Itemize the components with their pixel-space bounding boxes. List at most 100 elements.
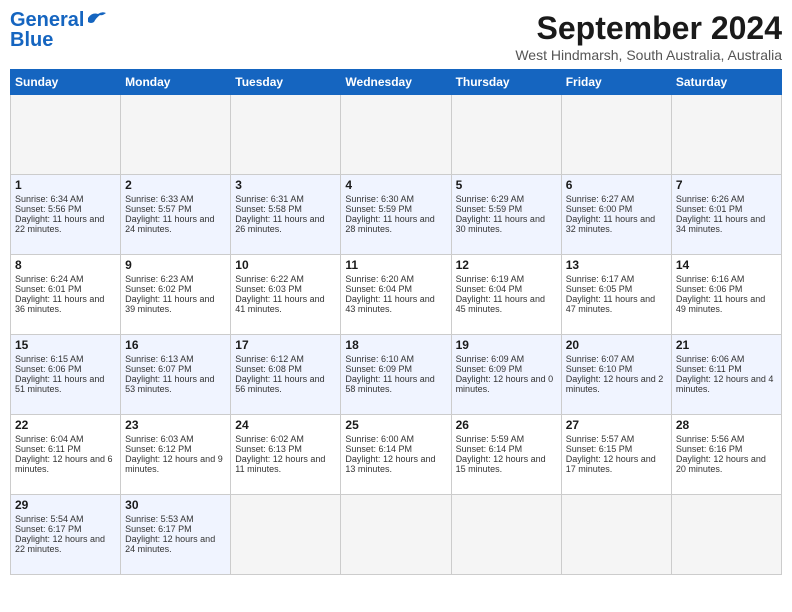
sunrise-text: Sunrise: 6:22 AM: [235, 274, 336, 284]
calendar-cell: 30Sunrise: 5:53 AMSunset: 6:17 PMDayligh…: [121, 495, 231, 575]
calendar-cell: [231, 95, 341, 175]
sunrise-text: Sunrise: 6:26 AM: [676, 194, 777, 204]
day-number: 21: [676, 338, 777, 352]
sunset-text: Sunset: 6:09 PM: [456, 364, 557, 374]
calendar-cell: 8Sunrise: 6:24 AMSunset: 6:01 PMDaylight…: [11, 255, 121, 335]
calendar-cell: 19Sunrise: 6:09 AMSunset: 6:09 PMDayligh…: [451, 335, 561, 415]
daylight-text: Daylight: 11 hours and 53 minutes.: [125, 374, 226, 394]
day-number: 9: [125, 258, 226, 272]
logo-text: General Blue: [10, 10, 84, 50]
sunset-text: Sunset: 6:05 PM: [566, 284, 667, 294]
sunrise-text: Sunrise: 6:27 AM: [566, 194, 667, 204]
calendar-cell: [231, 495, 341, 575]
sunrise-text: Sunrise: 6:07 AM: [566, 354, 667, 364]
header-friday: Friday: [561, 70, 671, 95]
calendar-header-row: SundayMondayTuesdayWednesdayThursdayFrid…: [11, 70, 782, 95]
calendar-cell: [121, 95, 231, 175]
daylight-text: Daylight: 12 hours and 13 minutes.: [345, 454, 446, 474]
sunset-text: Sunset: 6:15 PM: [566, 444, 667, 454]
sunrise-text: Sunrise: 5:59 AM: [456, 434, 557, 444]
calendar-week-row: 15Sunrise: 6:15 AMSunset: 6:06 PMDayligh…: [11, 335, 782, 415]
sunrise-text: Sunrise: 6:12 AM: [235, 354, 336, 364]
calendar-cell: 5Sunrise: 6:29 AMSunset: 5:59 PMDaylight…: [451, 175, 561, 255]
sunset-text: Sunset: 6:06 PM: [15, 364, 116, 374]
calendar-cell: 1Sunrise: 6:34 AMSunset: 5:56 PMDaylight…: [11, 175, 121, 255]
sunrise-text: Sunrise: 6:17 AM: [566, 274, 667, 284]
calendar-cell: 18Sunrise: 6:10 AMSunset: 6:09 PMDayligh…: [341, 335, 451, 415]
sunrise-text: Sunrise: 6:09 AM: [456, 354, 557, 364]
calendar-cell: 20Sunrise: 6:07 AMSunset: 6:10 PMDayligh…: [561, 335, 671, 415]
sunrise-text: Sunrise: 5:54 AM: [15, 514, 116, 524]
sunset-text: Sunset: 6:11 PM: [676, 364, 777, 374]
calendar-week-row: 1 Sunrise: 6:34 AMSunset: 5:56 PM Daylight…: [11, 175, 782, 255]
logo-blue: Blue: [10, 29, 53, 51]
sunrise-text: Sunrise: 6:34 AM: [15, 194, 116, 204]
sunset-text: Sunset: 5:58 PM: [235, 204, 336, 214]
sunrise-text: Sunrise: 6:29 AM: [456, 194, 557, 204]
calendar-cell: 2Sunrise: 6:33 AMSunset: 5:57 PMDaylight…: [121, 175, 231, 255]
day-number: 20: [566, 338, 667, 352]
calendar-week-row: 8Sunrise: 6:24 AMSunset: 6:01 PMDaylight…: [11, 255, 782, 335]
daylight-text: Daylight: 12 hours and 6 minutes.: [15, 454, 116, 474]
sunset-text: Sunset: 6:17 PM: [125, 524, 226, 534]
day-number: 29: [15, 498, 116, 512]
sunset-text: Sunset: 6:16 PM: [676, 444, 777, 454]
calendar-cell: 14Sunrise: 6:16 AMSunset: 6:06 PMDayligh…: [671, 255, 781, 335]
sunset-text: Sunset: 5:56 PM: [15, 204, 116, 214]
day-number: 25: [345, 418, 446, 432]
sunset-text: Sunset: 5:57 PM: [125, 204, 226, 214]
calendar-cell: 28Sunrise: 5:56 AMSunset: 6:16 PMDayligh…: [671, 415, 781, 495]
sunrise-text: Sunrise: 6:23 AM: [125, 274, 226, 284]
sunrise-text: Sunrise: 5:57 AM: [566, 434, 667, 444]
sunrise-text: Sunrise: 6:10 AM: [345, 354, 446, 364]
day-number: 19: [456, 338, 557, 352]
calendar-cell: 11Sunrise: 6:20 AMSunset: 6:04 PMDayligh…: [341, 255, 451, 335]
calendar-cell: [11, 95, 121, 175]
day-number: 14: [676, 258, 777, 272]
day-number: 1: [15, 178, 116, 192]
daylight-text: Daylight: 11 hours and 24 minutes.: [125, 214, 226, 234]
header-wednesday: Wednesday: [341, 70, 451, 95]
daylight-text: Daylight: 12 hours and 2 minutes.: [566, 374, 667, 394]
sunrise-text: Sunrise: 6:13 AM: [125, 354, 226, 364]
day-number: 10: [235, 258, 336, 272]
daylight-text: Daylight: 12 hours and 15 minutes.: [456, 454, 557, 474]
title-area: September 2024 West Hindmarsh, South Aus…: [515, 10, 782, 63]
daylight-text: Daylight: 11 hours and 56 minutes.: [235, 374, 336, 394]
day-number: 12: [456, 258, 557, 272]
sunrise-text: Sunrise: 6:04 AM: [15, 434, 116, 444]
calendar-cell: 4Sunrise: 6:30 AMSunset: 5:59 PMDaylight…: [341, 175, 451, 255]
header-monday: Monday: [121, 70, 231, 95]
sunset-text: Sunset: 5:59 PM: [345, 204, 446, 214]
logo-general: General: [10, 9, 84, 31]
daylight-text: Daylight: 12 hours and 9 minutes.: [125, 454, 226, 474]
logo-bird-icon: [86, 10, 108, 28]
calendar-cell: 10Sunrise: 6:22 AMSunset: 6:03 PMDayligh…: [231, 255, 341, 335]
day-number: 18: [345, 338, 446, 352]
day-number: 6: [566, 178, 667, 192]
day-number: 27: [566, 418, 667, 432]
day-number: 15: [15, 338, 116, 352]
calendar-cell: [341, 95, 451, 175]
sunrise-text: Sunrise: 5:56 AM: [676, 434, 777, 444]
daylight-text: Daylight: 11 hours and 26 minutes.: [235, 214, 336, 234]
location-subtitle: West Hindmarsh, South Australia, Austral…: [515, 47, 782, 63]
calendar-cell: [341, 495, 451, 575]
sunrise-text: Sunrise: 6:30 AM: [345, 194, 446, 204]
header: General Blue September 2024 West Hindmar…: [10, 10, 782, 63]
day-number: 3: [235, 178, 336, 192]
day-number: 7: [676, 178, 777, 192]
daylight-text: Daylight: 11 hours and 45 minutes.: [456, 294, 557, 314]
sunset-text: Sunset: 6:11 PM: [15, 444, 116, 454]
calendar-cell: 22Sunrise: 6:04 AMSunset: 6:11 PMDayligh…: [11, 415, 121, 495]
daylight-text: Daylight: 11 hours and 36 minutes.: [15, 294, 116, 314]
sunrise-text: Sunrise: 6:20 AM: [345, 274, 446, 284]
daylight-text: Daylight: 12 hours and 17 minutes.: [566, 454, 667, 474]
sunset-text: Sunset: 6:01 PM: [15, 284, 116, 294]
day-number: 2: [125, 178, 226, 192]
calendar-cell: 16Sunrise: 6:13 AMSunset: 6:07 PMDayligh…: [121, 335, 231, 415]
calendar-cell: 29Sunrise: 5:54 AMSunset: 6:17 PMDayligh…: [11, 495, 121, 575]
calendar-cell: 6Sunrise: 6:27 AMSunset: 6:00 PMDaylight…: [561, 175, 671, 255]
sunset-text: Sunset: 6:14 PM: [456, 444, 557, 454]
daylight-text: Daylight: 11 hours and 32 minutes.: [566, 214, 667, 234]
